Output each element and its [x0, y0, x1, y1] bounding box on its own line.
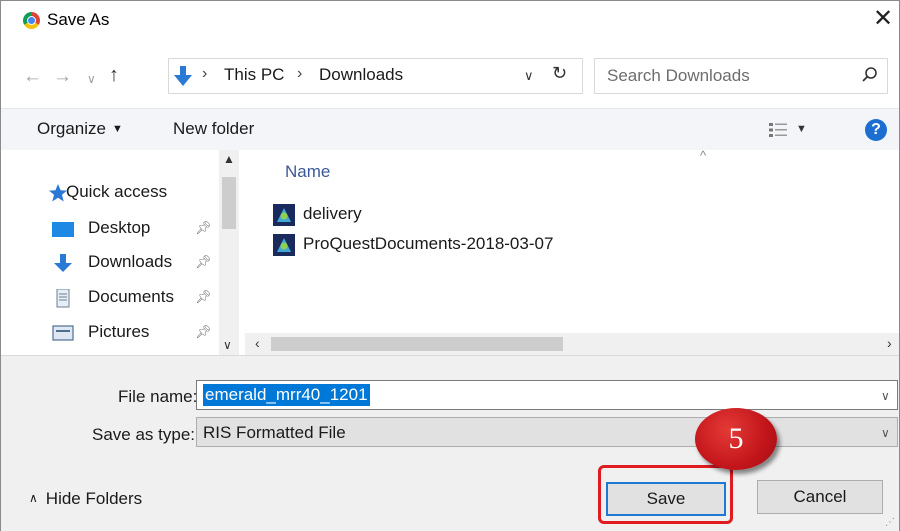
sort-ascending-icon: ^ [700, 148, 707, 163]
sidebar-item-label: Downloads [88, 252, 173, 271]
refresh-icon[interactable]: ↻ [552, 63, 567, 84]
hide-folders-button[interactable]: ∧ Hide Folders [29, 489, 142, 509]
file-name: ProQuestDocuments-2018-03-07 [303, 234, 554, 253]
chrome-icon [23, 12, 40, 29]
breadcrumb-downloads[interactable]: Downloads [319, 65, 403, 85]
close-button[interactable]: ✕ [873, 7, 893, 31]
file-list-horizontal-scrollbar[interactable]: ‹ › [245, 333, 899, 355]
sidebar-item-desktop[interactable]: Desktop 📌︎ [1, 214, 221, 244]
navigation-pane: Quick access Desktop 📌︎ Downloads 📌︎ Doc… [1, 150, 245, 355]
file-name-value: emerald_mrr40_1201 [203, 384, 370, 406]
window-title: Save As [47, 10, 110, 29]
file-item-delivery[interactable]: delivery [273, 202, 673, 228]
sidebar-item-label: Documents [88, 287, 174, 306]
save-highlight-annotation [598, 465, 733, 524]
breadcrumb-separator: › [202, 65, 208, 82]
sidebar-item-downloads[interactable]: Downloads 📌︎ [1, 248, 221, 278]
save-as-type-select[interactable]: RIS Formatted File ∨ [196, 417, 898, 447]
breadcrumb-separator: › [297, 65, 303, 82]
organize-label: Organize [37, 119, 106, 138]
chevron-down-icon[interactable]: ∨ [881, 426, 890, 440]
app-file-icon [273, 234, 295, 256]
file-item-proquest[interactable]: ProQuestDocuments-2018-03-07 [273, 232, 673, 258]
chevron-up-icon: ∧ [29, 491, 38, 505]
cancel-button[interactable]: Cancel [757, 480, 883, 514]
document-icon [56, 289, 70, 308]
new-folder-button[interactable]: New folder [173, 119, 254, 139]
scrollbar-thumb[interactable] [222, 177, 236, 229]
sidebar-item-label: Pictures [88, 322, 150, 341]
pin-icon: 📌︎ [195, 324, 212, 339]
search-placeholder: Search Downloads [607, 66, 750, 85]
scroll-right-arrow-icon[interactable]: › [887, 335, 892, 351]
step-number-badge: 5 [695, 408, 777, 470]
address-bar[interactable]: › This PC › Downloads ∨ ↻ [168, 58, 583, 94]
search-input[interactable]: Search Downloads [594, 58, 888, 94]
pictures-icon [52, 325, 74, 341]
download-arrow-icon [174, 66, 192, 86]
pin-icon: 📌︎ [195, 254, 212, 269]
navigation-pane-scrollbar[interactable]: ▲ ∨ [219, 150, 239, 355]
forward-arrow-icon[interactable]: → [53, 67, 72, 87]
caret-down-icon[interactable]: ▼ [796, 123, 807, 135]
sidebar-item-label: Quick access [66, 182, 168, 201]
app-file-icon [273, 204, 295, 226]
save-as-type-label: Save as type: [92, 425, 196, 444]
chevron-down-icon[interactable]: ∨ [881, 389, 890, 403]
save-as-type-value: RIS Formatted File [203, 423, 346, 442]
download-arrow-icon [54, 254, 72, 272]
back-arrow-icon[interactable]: ← [23, 67, 42, 87]
scroll-up-arrow-icon[interactable]: ▲ [223, 152, 235, 166]
search-icon[interactable] [861, 66, 879, 84]
command-toolbar: Organize ▼ New folder ▼ ? [1, 108, 899, 150]
star-icon [49, 184, 67, 202]
pin-icon: 📌︎ [195, 289, 212, 304]
scrollbar-thumb[interactable] [271, 337, 563, 351]
file-name: delivery [303, 204, 362, 223]
sidebar-item-pictures[interactable]: Pictures 📌︎ [1, 318, 221, 348]
file-list-pane: ^ Name delivery ProQuestDocuments-2018-0… [245, 148, 899, 355]
recent-locations-chevron-icon[interactable]: ∨ [87, 69, 96, 89]
caret-down-icon: ▼ [111, 123, 123, 135]
resize-grip-icon[interactable]: ⋰ [885, 517, 895, 528]
scroll-down-arrow-icon[interactable]: ∨ [223, 338, 232, 352]
breadcrumb-this-pc[interactable]: This PC [224, 65, 284, 85]
help-icon[interactable]: ? [865, 119, 887, 141]
sidebar-item-label: Desktop [88, 218, 151, 237]
sidebar-item-documents[interactable]: Documents 📌︎ [1, 283, 221, 313]
chevron-down-icon[interactable]: ∨ [524, 68, 534, 84]
view-options-icon[interactable] [768, 122, 788, 138]
pin-icon: 📌︎ [195, 220, 212, 235]
up-arrow-icon[interactable]: ↑ [109, 65, 119, 85]
sidebar-item-quick-access[interactable]: Quick access [1, 178, 221, 208]
file-name-label: File name: [118, 387, 198, 406]
desktop-icon [52, 222, 74, 237]
navigation-row: ← → ∨ ↑ › This PC › Downloads ∨ ↻ Search… [1, 46, 899, 108]
scroll-left-arrow-icon[interactable]: ‹ [255, 335, 260, 351]
organize-button[interactable]: Organize ▼ [37, 119, 123, 139]
title-bar: Save As ✕ [1, 1, 899, 41]
file-name-field[interactable]: emerald_mrr40_1201 ∨ [196, 380, 898, 410]
hide-folders-label: Hide Folders [45, 489, 143, 508]
column-header-name[interactable]: Name [285, 162, 330, 182]
